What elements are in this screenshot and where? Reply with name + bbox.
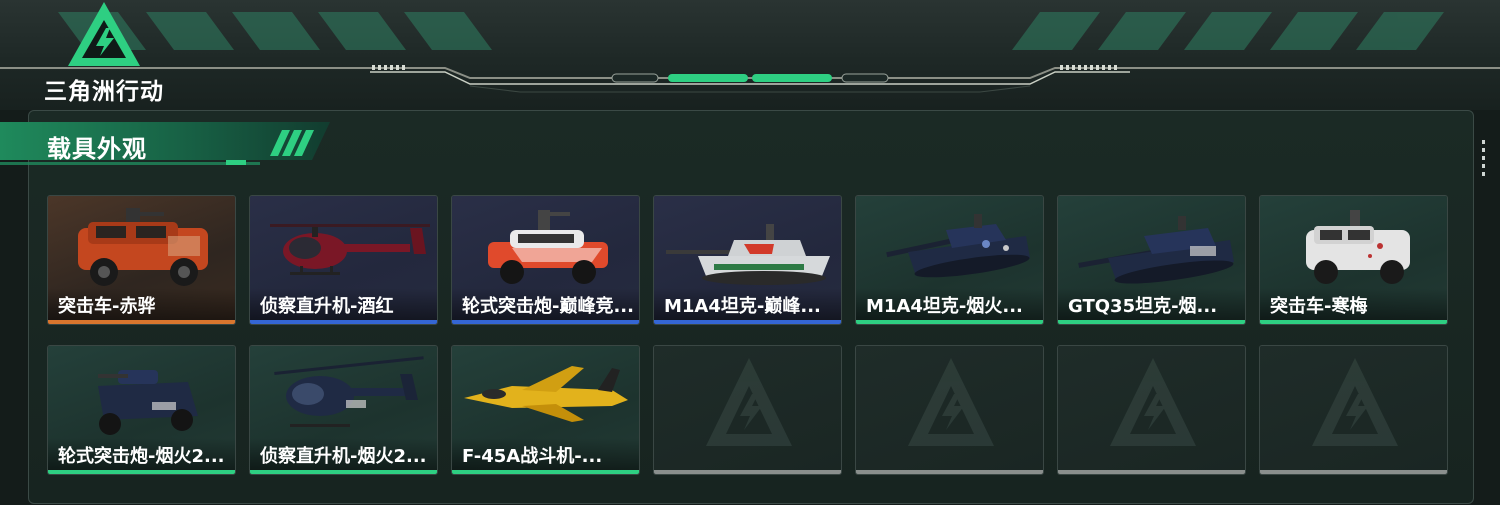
tank-icon — [886, 214, 1030, 278]
grid-row-2: 轮式突击炮-烟火2... 侦察直升机-烟火2... F-45A战斗机-... — [47, 345, 1450, 475]
vehicle-name: 轮式突击炮-巅峰竞... — [462, 296, 634, 317]
fighter-jet-icon — [464, 366, 628, 422]
rarity-bar — [48, 320, 235, 324]
rarity-bar — [856, 320, 1043, 324]
vehicle-name: 侦察直升机-酒红 — [260, 296, 394, 317]
rarity-bar — [1260, 470, 1447, 474]
section-title: 载具外观 — [47, 135, 147, 163]
grid-row-1: 突击车-赤骅 侦察直升机-酒红 轮式突击炮-巅峰竞... M1A4坦克-巅峰..… — [47, 195, 1450, 325]
vehicle-card[interactable]: M1A4坦克-烟火... — [855, 195, 1044, 325]
header-decoration — [0, 12, 1500, 93]
rarity-bar — [654, 320, 841, 324]
vehicle-card[interactable]: M1A4坦克-巅峰... — [653, 195, 842, 325]
vehicle-card[interactable]: 侦察直升机-烟火2... — [249, 345, 438, 475]
rarity-bar — [452, 320, 639, 324]
rarity-bar — [856, 470, 1043, 474]
empty-slot — [653, 345, 842, 475]
vehicle-card[interactable]: 轮式突击炮-巅峰竞... — [451, 195, 640, 325]
helicopter-icon — [270, 224, 430, 275]
scrollbar-indicator[interactable] — [1482, 140, 1486, 180]
top-header: 三角洲行动 — [0, 0, 1500, 110]
triangle-watermark-icon — [908, 358, 994, 446]
rarity-bar — [250, 320, 437, 324]
vehicle-name: 突击车-赤骅 — [58, 296, 156, 317]
vehicle-name: M1A4坦克-烟火... — [866, 296, 1023, 317]
triangle-logo-icon — [68, 2, 140, 66]
rarity-bar — [452, 470, 639, 474]
brand-name: 三角洲行动 — [44, 79, 164, 105]
vehicle-card[interactable]: 突击车-赤骅 — [47, 195, 236, 325]
vehicle-grid: 突击车-赤骅 侦察直升机-酒红 轮式突击炮-巅峰竞... M1A4坦克-巅峰..… — [47, 195, 1450, 495]
empty-slot — [855, 345, 1044, 475]
vehicle-name: 轮式突击炮-烟火2... — [58, 446, 225, 467]
rarity-bar — [1260, 320, 1447, 324]
vehicle-name: 突击车-寒梅 — [1270, 296, 1368, 317]
wheeled-assault-gun-icon — [488, 210, 608, 284]
vehicle-name: M1A4坦克-巅峰... — [664, 296, 821, 317]
vehicle-card[interactable]: F-45A战斗机-... — [451, 345, 640, 475]
wheeled-assault-gun-icon — [98, 370, 198, 435]
rarity-bar — [654, 470, 841, 474]
rarity-bar — [1058, 470, 1245, 474]
vehicle-name: F-45A战斗机-... — [462, 446, 603, 467]
triangle-watermark-icon — [1312, 358, 1398, 446]
tank-icon — [666, 224, 830, 285]
rarity-bar — [1058, 320, 1245, 324]
rarity-bar — [250, 470, 437, 474]
vehicle-name: 侦察直升机-烟火2... — [260, 446, 427, 467]
armored-car-icon — [1306, 210, 1410, 284]
empty-slot — [1057, 345, 1246, 475]
brand-logo: 三角洲行动 — [44, 0, 184, 105]
armored-car-icon — [78, 208, 208, 286]
helicopter-icon — [274, 356, 424, 427]
vehicle-card[interactable]: 轮式突击炮-烟火2... — [47, 345, 236, 475]
triangle-watermark-icon — [1110, 358, 1196, 446]
triangle-watermark-icon — [706, 358, 792, 446]
vehicle-card[interactable]: 侦察直升机-酒红 — [249, 195, 438, 325]
vehicle-name: GTQ35坦克-烟... — [1068, 296, 1218, 317]
tank-icon — [1078, 216, 1234, 284]
vehicle-card[interactable]: 突击车-寒梅 — [1259, 195, 1448, 325]
empty-slot — [1259, 345, 1448, 475]
rarity-bar — [48, 470, 235, 474]
vehicle-card[interactable]: GTQ35坦克-烟... — [1057, 195, 1246, 325]
